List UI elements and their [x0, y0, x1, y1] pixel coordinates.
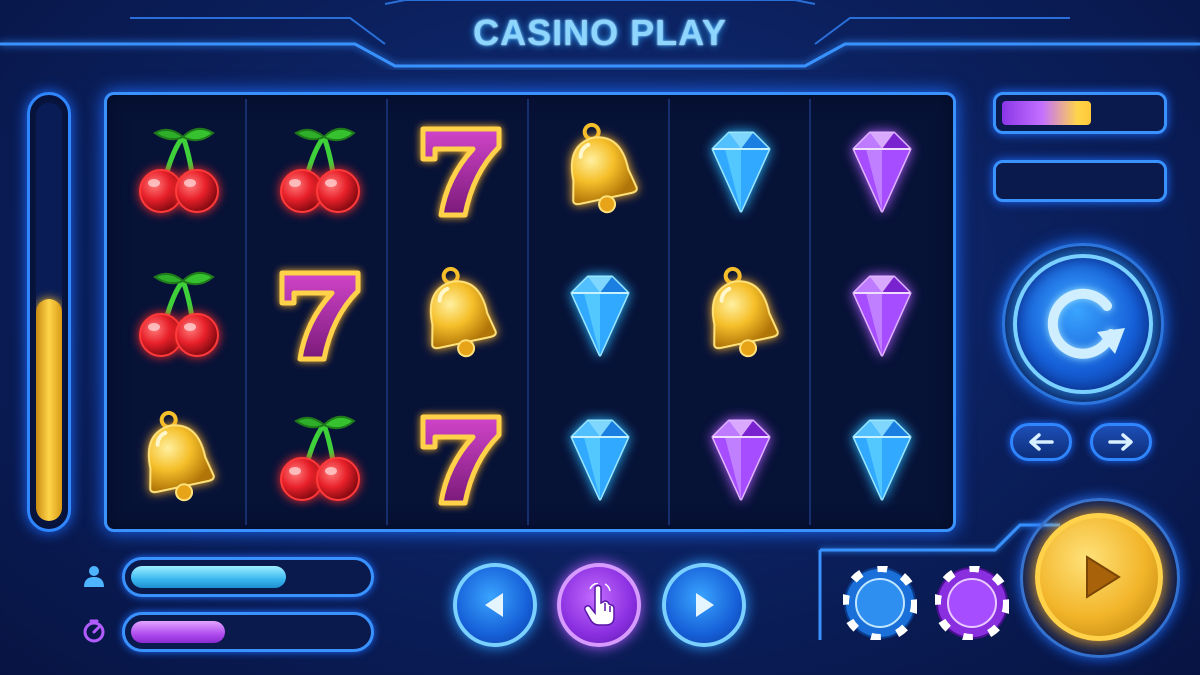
prev-button[interactable] — [453, 563, 537, 647]
purple-chip[interactable] — [935, 566, 1009, 640]
timer-bar-fill — [131, 621, 225, 643]
blue-chip[interactable] — [843, 566, 917, 640]
next-icon — [696, 593, 714, 617]
next-button[interactable] — [662, 563, 746, 647]
timer-icon — [80, 617, 108, 645]
tap-button[interactable] — [557, 563, 641, 647]
prev-icon — [485, 593, 503, 617]
game-screen: CASINO PLAY — [0, 0, 1200, 675]
player-bar — [122, 557, 374, 597]
player-bar-fill — [131, 566, 287, 588]
user-icon — [80, 562, 108, 590]
play-icon — [1086, 555, 1121, 599]
tap-hand-icon — [584, 583, 615, 626]
timer-bar — [122, 612, 374, 652]
play-button[interactable] — [1035, 513, 1163, 641]
